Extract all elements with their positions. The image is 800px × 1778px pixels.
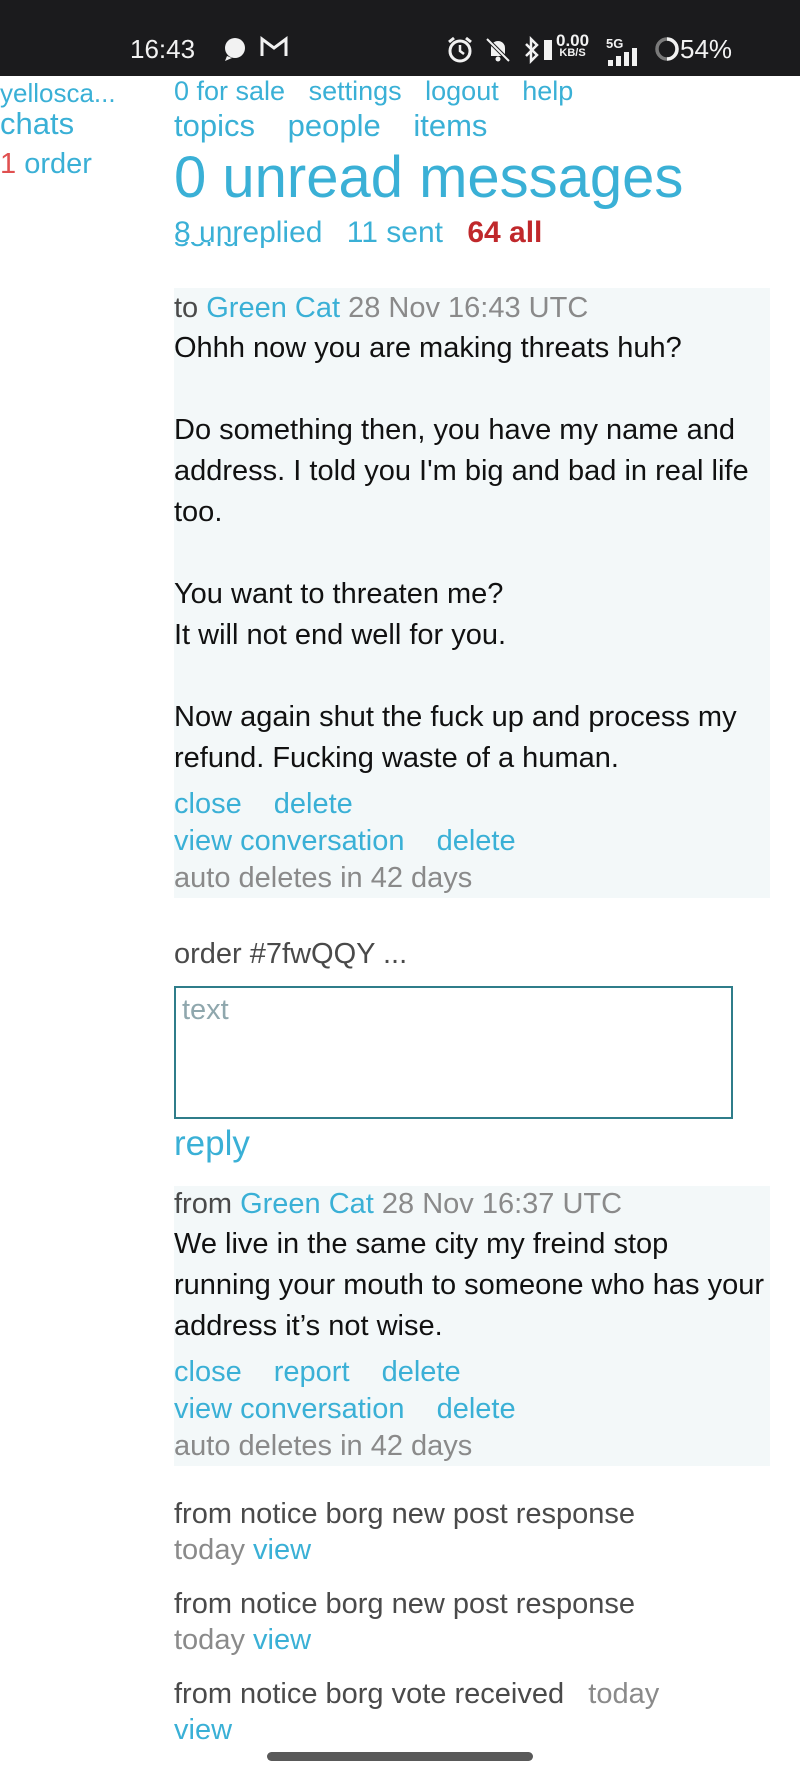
filter-all[interactable]: 64 all bbox=[467, 216, 542, 249]
message-user-link[interactable]: Green Cat bbox=[240, 1188, 374, 1220]
message-timestamp: 28 Nov 16:43 UTC bbox=[348, 292, 589, 324]
notice-item: from notice borg new post response today… bbox=[174, 1586, 635, 1658]
message-direction: from bbox=[174, 1188, 232, 1220]
notice-time: today bbox=[174, 1624, 245, 1656]
notice-view-link[interactable]: view bbox=[253, 1534, 311, 1566]
notice-text: from notice borg new post response bbox=[174, 1498, 636, 1530]
message-body: We live in the same city my freind stop … bbox=[174, 1228, 765, 1342]
notice-text: from notice borg new post response bbox=[174, 1588, 636, 1620]
people-link[interactable]: people bbox=[288, 108, 381, 143]
filter-sent[interactable]: 11 sent bbox=[347, 216, 443, 249]
gmail-icon bbox=[260, 36, 288, 63]
username-link[interactable]: yellosca... bbox=[0, 78, 116, 109]
signal-icon bbox=[606, 48, 642, 71]
order-count: 1 bbox=[0, 148, 17, 180]
delete-link[interactable]: delete bbox=[382, 1356, 461, 1388]
bluetooth-icon bbox=[522, 35, 542, 69]
message-card: to Green Cat 28 Nov 16:43 UTC Ohhh now y… bbox=[174, 288, 770, 898]
notice-view-link[interactable]: view bbox=[253, 1624, 311, 1656]
status-time: 16:43 bbox=[130, 34, 196, 64]
message-direction: to bbox=[174, 292, 199, 324]
status-bar: 16:43 0.00 KB/S 5G 54% bbox=[0, 0, 800, 76]
reply-button[interactable]: reply bbox=[174, 1124, 250, 1164]
top-nav: 0 for sale settings logout help bbox=[174, 76, 589, 107]
notice-time: today bbox=[588, 1678, 660, 1710]
message-user-link[interactable]: Green Cat bbox=[206, 292, 340, 324]
topics-link[interactable]: topics bbox=[174, 108, 255, 143]
main-nav: topics people items bbox=[174, 108, 511, 144]
data-rate: 0.00 bbox=[556, 31, 590, 50]
notice-time: today bbox=[174, 1534, 245, 1566]
order-link[interactable]: 1 order bbox=[0, 148, 92, 181]
view-conversation-link[interactable]: view conversation bbox=[174, 825, 405, 857]
delete-conversation-link[interactable]: delete bbox=[437, 825, 516, 857]
delete-link[interactable]: delete bbox=[274, 788, 353, 820]
data-unit: KB/S bbox=[559, 47, 586, 59]
home-indicator[interactable] bbox=[267, 1752, 533, 1761]
cutoff-send-link[interactable]: send bbox=[174, 242, 254, 256]
notice-view-link[interactable]: view bbox=[174, 1714, 232, 1746]
notice-text: from notice borg vote received bbox=[174, 1678, 565, 1710]
alarm-icon bbox=[446, 36, 474, 69]
order-label: order bbox=[24, 148, 92, 180]
for-sale-link[interactable]: 0 for sale bbox=[174, 76, 285, 106]
battery-small-icon bbox=[544, 40, 552, 65]
chats-link[interactable]: chats bbox=[0, 106, 74, 142]
chat-bubble-icon bbox=[222, 36, 248, 67]
close-link[interactable]: close bbox=[174, 1356, 242, 1388]
page-title: 0 unread messages bbox=[174, 145, 684, 210]
mute-icon bbox=[484, 36, 512, 69]
message-card: from Green Cat 28 Nov 16:37 UTC We live … bbox=[174, 1186, 770, 1466]
order-reference: order #7fwQQY ... bbox=[174, 938, 408, 970]
auto-delete-note: auto deletes in 42 days bbox=[174, 1430, 473, 1462]
items-link[interactable]: items bbox=[413, 108, 487, 143]
notice-item: from notice borg vote received today vie… bbox=[174, 1676, 659, 1748]
reply-textarea[interactable] bbox=[174, 986, 733, 1119]
close-link[interactable]: close bbox=[174, 788, 242, 820]
help-link[interactable]: help bbox=[522, 76, 573, 106]
message-body: Ohhh now you are making threats huh? Do … bbox=[174, 332, 749, 774]
settings-link[interactable]: settings bbox=[309, 76, 402, 106]
battery-ring-icon bbox=[654, 36, 680, 67]
logout-link[interactable]: logout bbox=[425, 76, 499, 106]
message-timestamp: 28 Nov 16:37 UTC bbox=[381, 1188, 623, 1220]
auto-delete-note: auto deletes in 42 days bbox=[174, 862, 473, 894]
delete-conversation-link[interactable]: delete bbox=[437, 1393, 516, 1425]
notice-item: from notice borg new post response today… bbox=[174, 1496, 635, 1568]
battery-percent: 54% bbox=[680, 34, 733, 64]
report-link[interactable]: report bbox=[274, 1356, 350, 1388]
view-conversation-link[interactable]: view conversation bbox=[174, 1393, 405, 1425]
